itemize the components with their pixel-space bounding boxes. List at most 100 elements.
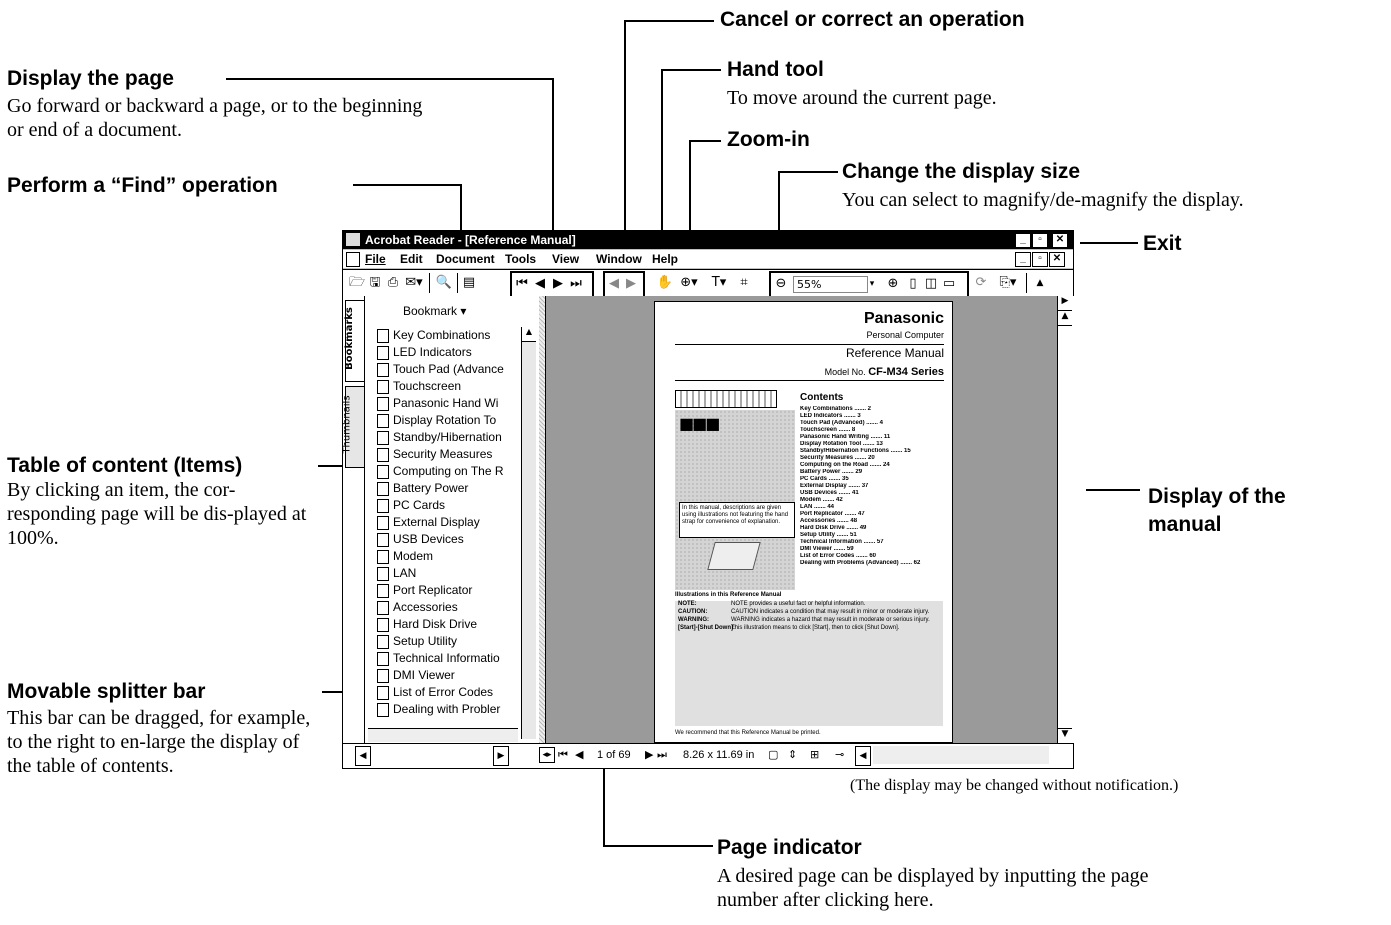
display-page-body: Go forward or backward a page, or to the… [7,95,423,141]
bookmark-item[interactable]: Display Rotation To [373,412,526,429]
zoom-field[interactable]: 55% [793,276,868,293]
nav-hscroll-right-icon[interactable]: ▶ [493,746,509,766]
menu-document[interactable]: Document [436,250,495,268]
nav-hscroll-left-icon[interactable]: ◀ [355,746,371,766]
tab-bookmarks[interactable]: Bookmarks [344,300,365,382]
bookmark-item[interactable]: PC Cards [373,497,526,514]
bookmark-item[interactable]: Hard Disk Drive [373,616,526,633]
bookmark-item[interactable]: USB Devices [373,531,526,548]
menu-bar: File Edit Document Tools View Window Hel… [343,250,1073,268]
bookmark-item[interactable]: Technical Informatio [373,650,526,667]
bookmark-item[interactable]: Dealing with Probler [373,701,526,718]
bookmark-item[interactable]: Computing on The R [373,463,526,480]
close-button[interactable]: ✕ [1052,233,1068,248]
contents-entry: Key Combinations ....... 2 [800,406,872,412]
bookmark-item[interactable]: DMI Viewer [373,667,526,684]
bookmark-item[interactable]: Accessories [373,599,526,616]
fit-width-icon[interactable]: ▭ [941,275,957,293]
text-select-icon[interactable]: T▾ [705,274,733,292]
splitter-handle-icon[interactable]: ◂▸ [539,747,555,763]
last-page-icon[interactable]: ⏭ [568,275,584,293]
minimize-button[interactable]: _ [1015,233,1031,248]
rotate-icon[interactable]: ⟳ [973,274,989,292]
zoom-dropdown-icon[interactable]: ▾ [867,275,877,293]
scroll-right-icon[interactable]: ▶ [1058,296,1072,311]
restore-button[interactable]: ▫ [1032,233,1048,248]
page-indicator[interactable]: 1 of 69 [597,744,631,766]
page-indicator-title: Page indicator [717,836,862,859]
save-icon[interactable]: 🖫 [367,274,383,292]
scroll-down-icon[interactable]: ▼ [1058,728,1072,743]
contents-entry: Computing on the Road ....... 24 [800,462,890,468]
bookmark-item[interactable]: Standby/Hibernation [373,429,526,446]
next-page-icon[interactable]: ▶ [550,275,566,293]
menu-help[interactable]: Help [652,250,678,268]
legend-value: This illustration means to click [Start]… [731,625,900,631]
status-first-page-icon[interactable]: ⏮ [558,744,568,766]
adobe-logo-icon[interactable]: ▲ [1031,274,1049,292]
bookmark-item[interactable]: Port Replicator [373,582,526,599]
bookmark-label: Technical Informatio [393,651,500,665]
bookmark-item[interactable]: Security Measures [373,446,526,463]
bookmark-item[interactable]: Battery Power [373,480,526,497]
link-icon[interactable]: ⊸ [835,744,844,766]
graphics-select-icon[interactable]: ⌗ [735,274,753,292]
actual-size-icon[interactable]: ▯ [905,275,921,293]
bookmark-menu-button[interactable]: Bookmark ▾ [403,304,466,318]
status-prev-page-icon[interactable]: ◀ [575,744,583,766]
bookmark-scrollbar[interactable]: ▲ [521,327,536,739]
legend-key: NOTE: [678,601,697,607]
document-icon [346,252,360,267]
zoom-in-icon[interactable]: ⊕▾ [676,274,702,292]
continuous-icon[interactable]: ⇕ [788,744,797,766]
hscroll-left-icon[interactable]: ◀ [855,746,871,766]
contents-entry: LAN ....... 44 [800,504,835,510]
zoom-out-icon[interactable]: ⊖ [773,275,789,293]
bookmark-item[interactable]: Key Combinations [373,327,526,344]
menu-view[interactable]: View [552,250,579,268]
bookmark-item[interactable]: Modem [373,548,526,565]
document-hscrollbar[interactable] [873,746,1049,764]
bookmark-item[interactable]: Panasonic Hand Wi [373,395,526,412]
go-forward-icon[interactable]: ▶ [623,275,639,293]
navigation-pane-icon[interactable]: ▤ [461,274,477,292]
document-vscrollbar[interactable]: ▶ ▲ ▼ [1057,296,1072,743]
status-last-page-icon[interactable]: ⏭ [657,744,667,766]
bookmark-item[interactable]: External Display [373,514,526,531]
tab-thumbnails[interactable]: Thumbnails [342,386,365,468]
go-back-icon[interactable]: ◀ [606,275,622,293]
facing-pages-icon[interactable]: ⊞ [810,744,819,766]
menu-tools[interactable]: Tools [505,250,536,268]
bookmark-item[interactable]: Setup Utility [373,633,526,650]
bookmark-item[interactable]: Touchscreen [373,378,526,395]
email-icon[interactable]: ✉▾ [403,274,425,292]
doc-restore-button[interactable]: ▫ [1032,252,1048,267]
open-icon[interactable]: 🗁 [349,274,365,292]
find-icon[interactable]: 🔍 [435,274,453,292]
bookmark-hscrollbar[interactable] [368,728,518,742]
zoom-plus-icon[interactable]: ⊕ [885,275,901,293]
bookmark-item[interactable]: List of Error Codes [373,684,526,701]
doc-close-button[interactable]: ✕ [1049,252,1065,267]
previous-page-icon[interactable]: ◀ [532,275,548,293]
scroll-up-icon[interactable]: ▲ [1058,311,1072,326]
print-icon[interactable]: ⎙ [385,274,401,292]
contents-entry: Accessories ....... 48 [800,518,858,524]
menu-edit[interactable]: Edit [400,250,423,268]
menu-file[interactable]: File [365,250,386,268]
single-page-icon[interactable]: ▢ [768,744,778,766]
document-scrollbar[interactable] [1071,296,1086,743]
hand-tool-icon[interactable]: ✋ [656,274,674,292]
export-icon[interactable]: ⎘▾ [995,274,1021,292]
menu-window[interactable]: Window [596,250,642,268]
contents-entry: Port Replicator ....... 47 [800,511,865,517]
first-page-icon[interactable]: ⏮ [514,275,530,293]
status-next-page-icon[interactable]: ▶ [645,744,653,766]
splitter-bar[interactable] [539,296,546,743]
fit-page-icon[interactable]: ◫ [923,275,939,293]
doc-minimize-button[interactable]: _ [1015,252,1031,267]
bookmark-item[interactable]: LAN [373,565,526,582]
legend-value: NOTE provides a useful fact or helpful i… [731,601,866,607]
bookmark-item[interactable]: Touch Pad (Advance [373,361,526,378]
bookmark-item[interactable]: LED Indicators [373,344,526,361]
